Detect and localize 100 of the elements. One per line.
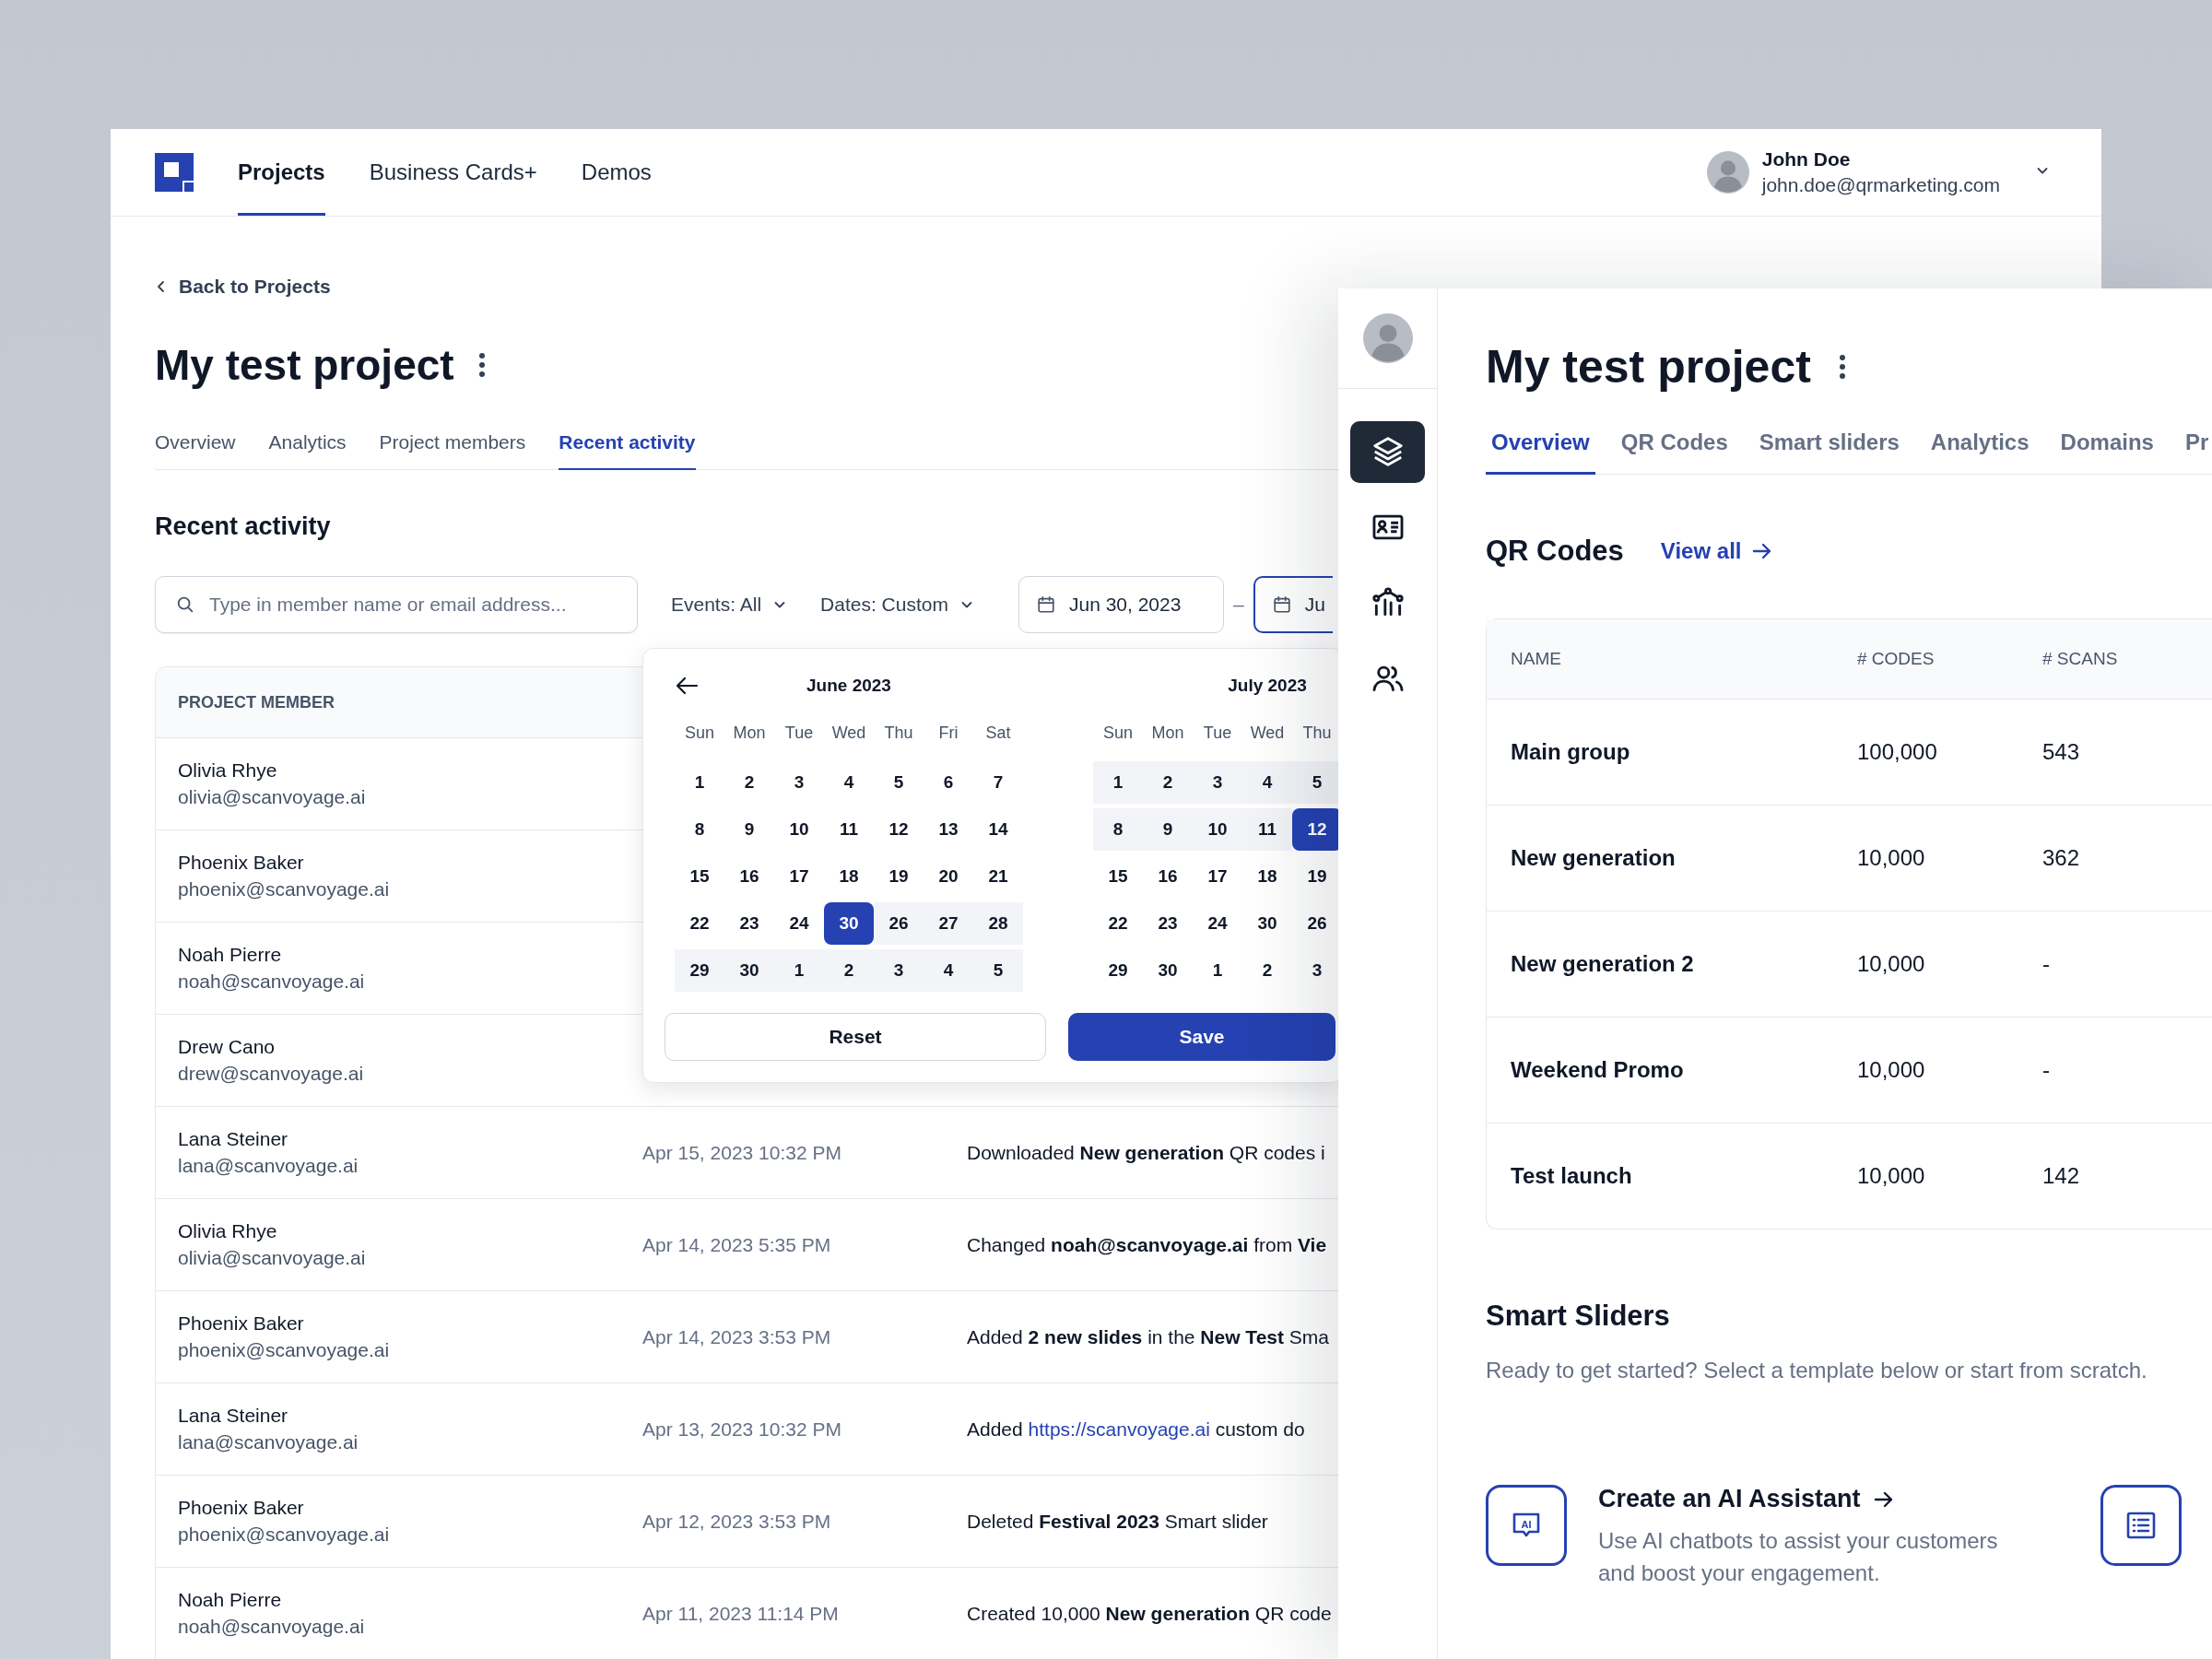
calendar-day[interactable]: 18 — [824, 855, 874, 898]
calendar-day[interactable]: 8 — [675, 808, 724, 851]
calendar-day[interactable]: 11 — [1242, 808, 1292, 851]
date-field[interactable]: Jun 30, 2023 — [1018, 576, 1224, 633]
reset-button[interactable]: Reset — [665, 1013, 1046, 1061]
calendar-day[interactable]: 29 — [675, 949, 724, 992]
calendar-day[interactable]: 3 — [1193, 761, 1242, 804]
group-name: Main group — [1511, 739, 1630, 764]
calendar-day[interactable]: 18 — [1242, 855, 1292, 898]
calendar-day[interactable]: 26 — [874, 902, 924, 945]
calendar-day[interactable]: 16 — [724, 855, 774, 898]
tab[interactable]: Pr — [2179, 429, 2212, 475]
template-icon-tile[interactable] — [2100, 1485, 2182, 1566]
calendar-day[interactable]: 5 — [874, 761, 924, 804]
tab[interactable]: Domains — [2054, 429, 2159, 475]
calendar-day[interactable]: 11 — [824, 808, 874, 851]
template-icon-tile[interactable]: AI — [1486, 1485, 1567, 1566]
calendar-day[interactable]: 3 — [774, 761, 824, 804]
calendar-day[interactable]: 9 — [724, 808, 774, 851]
calendar-day[interactable]: 23 — [1143, 902, 1193, 945]
calendar-day[interactable]: 12 — [874, 808, 924, 851]
calendar-day[interactable]: 30 — [1242, 902, 1292, 945]
calendar-day[interactable]: 22 — [1093, 902, 1143, 945]
calendar-day[interactable]: 17 — [774, 855, 824, 898]
calendar-day[interactable]: 28 — [973, 902, 1023, 945]
arrow-left-icon[interactable] — [675, 675, 699, 697]
more-options-icon[interactable] — [477, 351, 486, 379]
calendar-day[interactable]: 9 — [1143, 808, 1193, 851]
weekday-label: Thu — [883, 724, 914, 744]
calendar-day[interactable]: 7 — [973, 761, 1023, 804]
calendar-day[interactable]: 1 — [774, 949, 824, 992]
calendar-day[interactable]: 24 — [774, 902, 824, 945]
calendar-day[interactable]: 20 — [924, 855, 973, 898]
template-title[interactable]: Create an AI Assistant — [1598, 1485, 1861, 1513]
tab[interactable]: Smart sliders — [1753, 429, 1905, 475]
tab[interactable]: Analytics — [1924, 429, 2035, 475]
tab[interactable]: Recent activity — [559, 431, 696, 470]
filter-dropdown[interactable]: Events: All — [671, 594, 788, 616]
sidebar-nav-button[interactable] — [1350, 420, 1425, 483]
calendar-day[interactable]: 4 — [824, 761, 874, 804]
calendar-day[interactable]: 1 — [675, 761, 724, 804]
date-field[interactable]: Ju — [1253, 576, 1333, 633]
link[interactable]: https://scanvoyage.ai — [1028, 1418, 1210, 1440]
member-name: Phoenix Baker — [178, 1312, 305, 1335]
calendar-day[interactable]: 4 — [924, 949, 973, 992]
calendar-day[interactable]: 2 — [824, 949, 874, 992]
tab[interactable]: Project members — [379, 431, 526, 470]
calendar-day[interactable]: 30 — [1143, 949, 1193, 992]
tab[interactable]: Overview — [1486, 429, 1595, 475]
calendar-day[interactable]: 5 — [973, 949, 1023, 992]
calendar-day[interactable]: 3 — [874, 949, 924, 992]
template-description: Use AI chatbots to assist your customers and boost your engagement. — [1598, 1527, 1999, 1587]
member-email: lana@scanvoyage.ai — [178, 1431, 359, 1453]
calendar-day[interactable]: 29 — [1093, 949, 1143, 992]
calendar-day[interactable]: 21 — [973, 855, 1023, 898]
calendar-day[interactable]: 13 — [924, 808, 973, 851]
calendar-day[interactable]: 27 — [924, 902, 973, 945]
weekday-label: Tue — [1202, 724, 1233, 744]
calendar-day[interactable]: 14 — [973, 808, 1023, 851]
calendar-day[interactable]: 3 — [1292, 949, 1342, 992]
column-header: PROJECT MEMBER — [156, 667, 620, 737]
calendar-day[interactable]: 2 — [724, 761, 774, 804]
calendar-day[interactable]: 6 — [924, 761, 973, 804]
calendar-day[interactable]: 2 — [1242, 949, 1292, 992]
calendar-day[interactable]: 8 — [1093, 808, 1143, 851]
calendar-day[interactable]: 30 — [824, 902, 874, 945]
tab[interactable]: QR Codes — [1615, 429, 1734, 475]
filter-dropdown[interactable]: Dates: Custom — [820, 594, 974, 616]
arrow-right-icon — [1752, 542, 1773, 560]
member-name: Noah Pierre — [178, 944, 283, 966]
calendar-day[interactable]: 22 — [675, 902, 724, 945]
back-link[interactable]: Back to Projects — [179, 276, 331, 298]
activity-description: Downloaded New generation QR codes i — [967, 1141, 1325, 1163]
calendar-day[interactable]: 19 — [1292, 855, 1342, 898]
calendar-day[interactable]: 15 — [675, 855, 724, 898]
calendar-day[interactable]: 19 — [874, 855, 924, 898]
calendar-day[interactable]: 16 — [1143, 855, 1193, 898]
calendar-day[interactable]: 23 — [724, 902, 774, 945]
calendar-day[interactable]: 10 — [1193, 808, 1242, 851]
nav-link[interactable]: Demos — [581, 129, 652, 216]
search-field[interactable]: Type in member name or email address... — [155, 576, 638, 633]
calendar-day[interactable]: 26 — [1292, 902, 1342, 945]
calendar-day[interactable]: 1 — [1093, 761, 1143, 804]
nav-link[interactable]: Business Cards+ — [369, 129, 537, 216]
save-button[interactable]: Save — [1068, 1013, 1335, 1061]
tab[interactable]: Analytics — [268, 431, 347, 470]
view-all-link[interactable]: View all — [1660, 538, 1773, 564]
calendar-day[interactable]: 1 — [1193, 949, 1242, 992]
calendar-day[interactable]: 30 — [724, 949, 774, 992]
nav-link[interactable]: Projects — [238, 129, 325, 216]
tab[interactable]: Overview — [155, 431, 236, 470]
calendar-day[interactable]: 17 — [1193, 855, 1242, 898]
calendar-day[interactable]: 15 — [1093, 855, 1143, 898]
calendar-day[interactable]: 10 — [774, 808, 824, 851]
calendar-day[interactable]: 2 — [1143, 761, 1193, 804]
member-email: phoenix@scanvoyage.ai — [178, 878, 391, 900]
calendar-day[interactable]: 4 — [1242, 761, 1292, 804]
more-options-icon[interactable] — [1838, 353, 1846, 381]
member-name: Olivia Rhye — [178, 1220, 278, 1242]
calendar-day[interactable]: 24 — [1193, 902, 1242, 945]
